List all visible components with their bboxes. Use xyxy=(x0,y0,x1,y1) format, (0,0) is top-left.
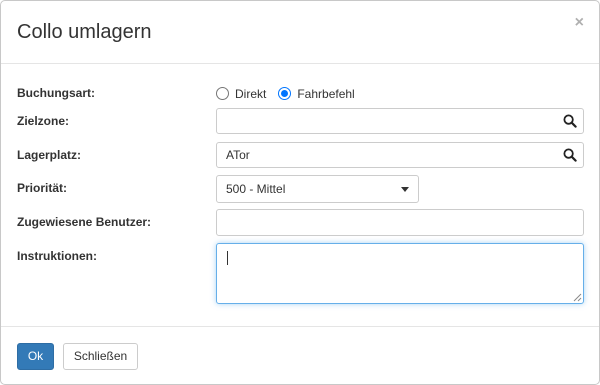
dialog-header: Collo umlagern × xyxy=(1,1,599,64)
close-button[interactable]: Schließen xyxy=(63,343,138,370)
radio-direkt[interactable] xyxy=(216,87,229,101)
ok-button[interactable]: Ok xyxy=(17,343,54,370)
zugewiesene-benutzer-label: Zugewiesene Benutzer: xyxy=(17,215,152,229)
zielzone-input[interactable] xyxy=(216,108,584,134)
resize-grip-icon[interactable] xyxy=(573,293,582,302)
dialog-footer: Ok Schließen xyxy=(1,326,599,385)
lagerplatz-input[interactable]: ATor xyxy=(216,142,584,168)
text-cursor xyxy=(227,251,228,265)
lagerplatz-label: Lagerplatz: xyxy=(17,148,82,162)
buchungsart-label: Buchungsart: xyxy=(17,86,95,100)
search-icon[interactable] xyxy=(563,114,577,128)
lagerplatz-value: ATor xyxy=(226,148,250,162)
radio-fahrbefehl-label[interactable]: Fahrbefehl xyxy=(297,87,354,101)
dialog-title: Collo umlagern xyxy=(17,21,152,43)
prioritaet-label: Priorität: xyxy=(17,181,68,195)
zielzone-label: Zielzone: xyxy=(17,114,70,128)
dialog: Collo umlagern × Buchungsart: Direkt Fahr… xyxy=(0,0,600,385)
close-icon[interactable]: × xyxy=(575,14,584,32)
prioritaet-selected-value: 500 - Mittel xyxy=(226,182,286,196)
search-icon[interactable] xyxy=(563,148,577,162)
prioritaet-select[interactable]: 500 - Mittel xyxy=(216,175,419,203)
instruktionen-textarea[interactable] xyxy=(216,243,584,304)
radio-direkt-label[interactable]: Direkt xyxy=(235,87,266,101)
radio-fahrbefehl[interactable] xyxy=(278,87,292,101)
zugewiesene-benutzer-input[interactable] xyxy=(216,209,584,236)
instruktionen-label: Instruktionen: xyxy=(17,249,97,263)
buchungsart-radio-group: Direkt Fahrbefehl xyxy=(216,85,367,103)
chevron-down-icon xyxy=(401,187,409,192)
